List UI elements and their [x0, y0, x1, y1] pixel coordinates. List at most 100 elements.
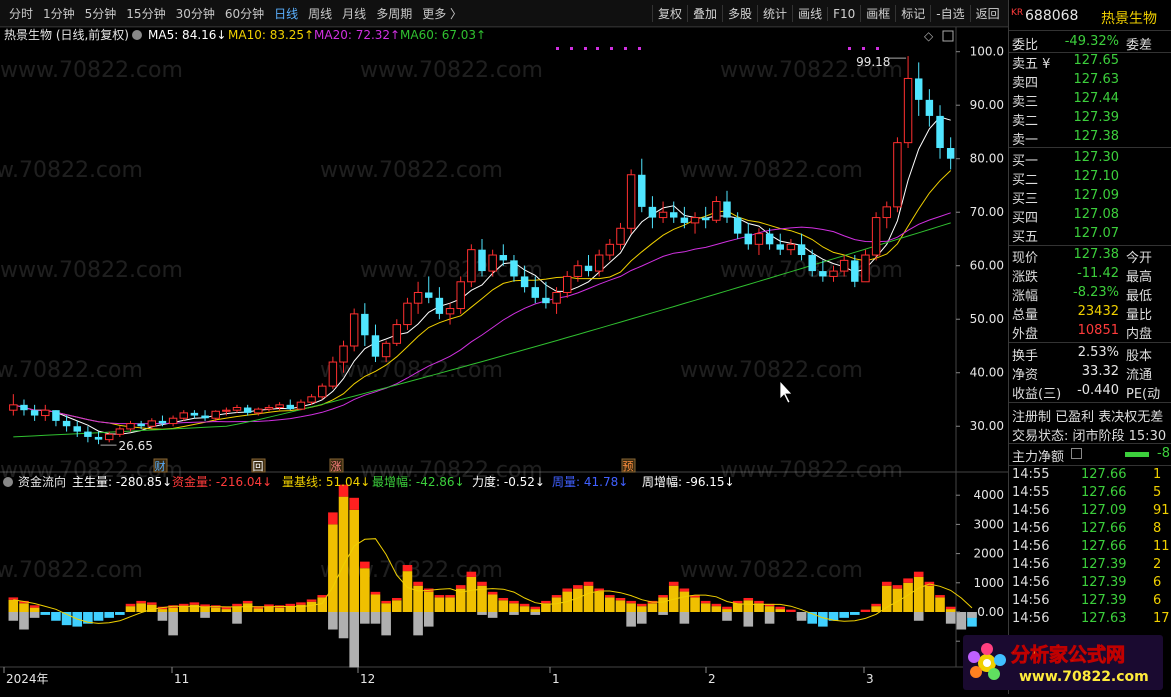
flow-bar-red — [626, 600, 636, 604]
candle-body — [84, 431, 92, 437]
flow-bar-red — [509, 600, 519, 604]
settings-icon[interactable] — [3, 477, 13, 487]
candle-body — [562, 275, 572, 293]
list-icon[interactable] — [1071, 448, 1082, 459]
period-tab[interactable]: 30分钟 — [171, 5, 220, 22]
price-tick: 80.00 — [970, 152, 1004, 166]
flow-bar — [690, 597, 700, 612]
flow-bar — [306, 601, 317, 612]
stock-header: KR 688068 热景生物 — [1009, 6, 1171, 28]
logo-url: www.70822.com — [1019, 669, 1149, 685]
event-marker[interactable]: 回 — [251, 458, 266, 473]
sub-chart-title: 资金流向 — [18, 474, 66, 489]
bid-row: 买一 127.30 — [1009, 149, 1171, 169]
candle-body — [946, 148, 955, 159]
watermark-text: www.70822.com — [0, 58, 183, 83]
tool-button[interactable]: 复权 — [652, 5, 687, 22]
bid-price: 127.10 — [1073, 169, 1120, 184]
tick-time: 14:56 — [1012, 593, 1050, 608]
tool-button[interactable]: 画框 — [860, 5, 895, 22]
tick-volume: 5 — [1153, 485, 1162, 500]
tool-button[interactable]: 叠加 — [687, 5, 722, 22]
flow-bar — [583, 585, 594, 612]
candle-body — [893, 142, 902, 208]
candle-body — [499, 255, 508, 261]
candle-body — [925, 99, 934, 116]
flow-bar-red — [605, 595, 615, 598]
flow-bar — [434, 597, 445, 612]
main-flow-value: -8 — [1157, 446, 1170, 461]
flow-bar-red — [147, 602, 157, 605]
flow-bar-red — [413, 581, 423, 586]
flow-bar-gray — [328, 612, 338, 630]
candle-body — [754, 233, 764, 245]
event-marker[interactable]: 财 — [153, 458, 168, 473]
tool-button[interactable]: 画线 — [792, 5, 827, 22]
flow-bar-red — [583, 581, 594, 586]
tool-button[interactable]: F10 — [827, 6, 860, 21]
tool-button[interactable]: -自选 — [930, 5, 969, 22]
flow-bar-red — [328, 512, 338, 525]
tool-button[interactable]: 多股 — [722, 5, 757, 22]
candle-body — [41, 409, 50, 417]
main-flow-label: 主力净额 — [1012, 450, 1065, 465]
period-tab[interactable]: 更多 〉 — [417, 5, 467, 22]
event-marker[interactable]: 预 — [621, 458, 636, 473]
flow-bar-red — [296, 602, 306, 605]
flow-bar — [274, 607, 285, 612]
flow-bar — [370, 594, 381, 612]
sub-indicator-label: 周增幅: -96.15↓ — [642, 474, 735, 489]
period-tab[interactable]: 日线 — [269, 5, 303, 22]
price-chart[interactable]: www.70822.com www.70822.com www.70822.com w… — [0, 26, 1008, 694]
candle-body — [851, 260, 859, 282]
candle-body — [361, 313, 369, 336]
ask-label: 卖五 ¥ — [1012, 57, 1051, 72]
period-tab[interactable]: 周线 — [303, 5, 337, 22]
stat-right-label: 量比 — [1126, 308, 1153, 323]
candle-body — [286, 404, 294, 410]
diamond-icon[interactable]: ◇ — [924, 29, 934, 43]
candle-body — [648, 206, 657, 218]
logo-title: 分析家公式网 — [1011, 643, 1125, 666]
tool-button[interactable]: 统计 — [757, 5, 792, 22]
ask-label: 卖三 — [1012, 95, 1039, 110]
ask-label: 卖二 — [1012, 114, 1039, 129]
period-tab[interactable]: 60分钟 — [220, 5, 269, 22]
mouse-cursor-icon — [779, 379, 793, 404]
candle-body — [861, 254, 870, 283]
date-tick: 3 — [866, 672, 874, 686]
period-tab[interactable]: 分时 — [4, 5, 38, 22]
bid-price: 127.30 — [1073, 150, 1120, 165]
event-marker[interactable]: 涨 — [329, 458, 344, 473]
flow-bar-red — [477, 581, 487, 586]
window-icon[interactable] — [942, 30, 954, 42]
tool-button[interactable]: 标记 — [895, 5, 930, 22]
period-tab[interactable]: 多周期 — [371, 5, 417, 22]
tick-volume: 17 — [1153, 611, 1170, 626]
period-tab[interactable]: 5分钟 — [80, 5, 122, 22]
flow-bar-red — [913, 571, 924, 577]
period-toolbar: 分时 1分钟 5分钟 15分钟 30分钟 60分钟 日线 周线 月线 多周期 更多 〉 复权 叠加 多股… — [0, 0, 1171, 27]
ask-price: 127.38 — [1073, 129, 1120, 144]
period-tab[interactable]: 1分钟 — [38, 5, 80, 22]
period-tab[interactable]: 15分钟 — [121, 5, 170, 22]
flow-bar-red — [562, 588, 573, 592]
candle-body — [594, 254, 604, 272]
flow-bar-red — [402, 564, 413, 572]
watermark-text: www.70822.com — [680, 558, 863, 583]
tool-button[interactable]: 返回 — [969, 5, 1005, 22]
candle-body — [670, 212, 678, 218]
flow-bar — [551, 597, 562, 612]
main-flow-row[interactable]: 主力净额 -8 — [1009, 445, 1171, 465]
settings-icon[interactable] — [132, 30, 142, 40]
chart-area[interactable]: www.70822.com www.70822.com www.70822.com w… — [0, 26, 1008, 694]
flow-bar-neg — [839, 612, 849, 618]
price-tick: 90.00 — [970, 98, 1004, 112]
period-tab[interactable]: 月线 — [337, 5, 371, 22]
flow-bar-red — [636, 603, 647, 607]
candle-body — [808, 255, 816, 272]
flow-bar-red — [700, 600, 711, 604]
stat-value: 127.38 — [1073, 247, 1120, 262]
flow-bar-gray — [157, 612, 168, 621]
flow-bar — [498, 600, 509, 612]
